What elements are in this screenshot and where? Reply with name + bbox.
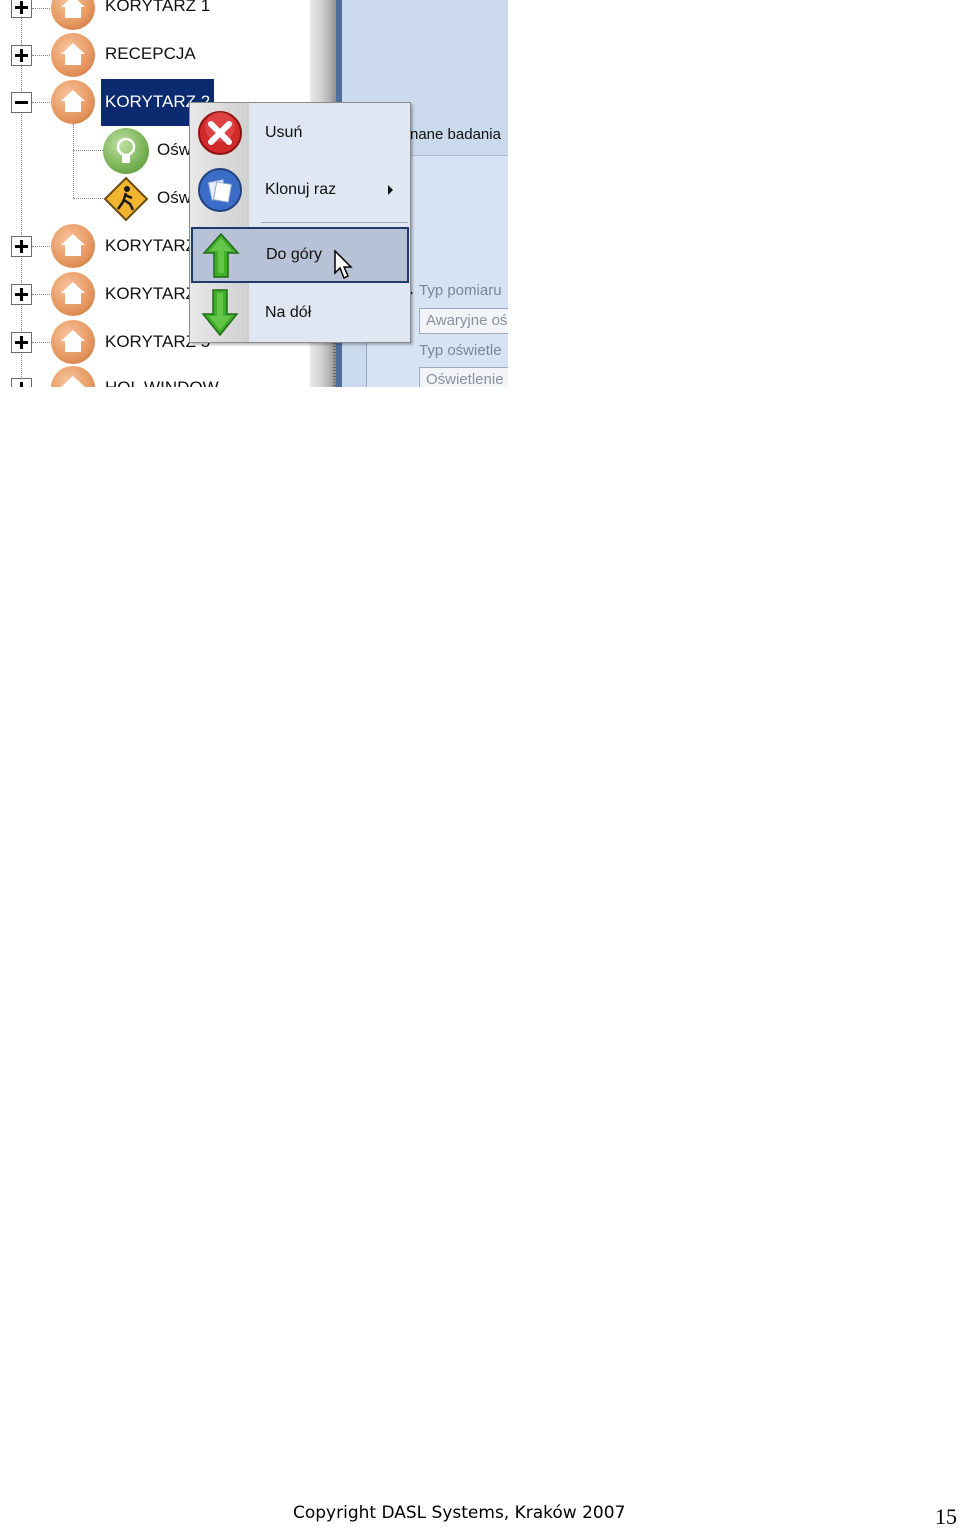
lighting-type-field[interactable]: Oświetlenie	[419, 367, 508, 387]
house-icon	[51, 224, 95, 268]
copyright-footer: Copyright DASL Systems, Kraków 2007	[293, 1503, 626, 1523]
tree-node-label: RECEPCJA	[105, 44, 196, 63]
panel-title: nane badania	[410, 126, 501, 143]
arrow-up-icon	[202, 232, 240, 278]
expand-plus-icon[interactable]	[11, 0, 32, 18]
menu-item-label: Na dół	[265, 304, 312, 321]
expand-plus-icon[interactable]	[11, 332, 32, 353]
arrow-down-icon	[201, 289, 239, 337]
screenshot: KORYTARZ 1 RECEPCJA KORYTARZ 2 Ośw Ośw K…	[0, 0, 508, 387]
measurement-type-value: Awaryjne oś	[426, 312, 508, 329]
submenu-arrow-icon	[388, 185, 393, 195]
context-menu: Usuń Klonuj raz Do góry Na dół	[189, 102, 411, 343]
expand-plus-icon[interactable]	[11, 378, 32, 387]
tree-node-label: KORYTARZ 1	[105, 0, 211, 15]
tree-node-label: KORYTARZ	[105, 284, 196, 303]
house-icon	[51, 366, 95, 387]
house-icon	[51, 80, 95, 124]
expand-plus-icon[interactable]	[11, 236, 32, 257]
menu-item-label: Do góry	[266, 246, 323, 263]
menu-item-move-down[interactable]: Na dół	[190, 285, 410, 341]
house-icon	[51, 272, 95, 316]
page-number: 15	[935, 1504, 957, 1529]
tree-node-label: HOL WINDOW	[105, 378, 219, 387]
lighting-type-label: Typ oświetle	[419, 342, 502, 359]
tree-connector	[73, 150, 103, 151]
menu-item-label: Klonuj raz	[265, 181, 337, 198]
tree-connector	[73, 198, 103, 199]
house-icon	[51, 0, 95, 30]
menu-item-delete[interactable]: Usuń	[190, 105, 410, 161]
mouse-cursor-icon	[334, 249, 353, 280]
tree-node-label: KORYTARZ	[105, 236, 196, 255]
tree-node-label: Ośw	[157, 188, 191, 207]
tree-node-label: Ośw	[157, 140, 191, 159]
lightbulb-icon	[103, 128, 149, 174]
expand-plus-icon[interactable]	[11, 284, 32, 305]
walking-person-warning-icon	[103, 176, 149, 222]
menu-item-clone[interactable]: Klonuj raz	[190, 162, 410, 218]
expand-plus-icon[interactable]	[11, 45, 32, 66]
menu-item-move-up[interactable]: Do góry	[191, 227, 409, 283]
delete-x-icon	[198, 111, 242, 155]
clone-icon	[198, 168, 242, 212]
collapse-minus-icon[interactable]	[11, 92, 32, 113]
house-icon	[51, 320, 95, 364]
house-icon	[51, 33, 95, 77]
measurement-type-label: Typ pomiaru	[419, 282, 502, 299]
menu-separator	[261, 222, 408, 223]
measurement-type-field[interactable]: Awaryjne oś	[419, 308, 508, 334]
tree-connector	[73, 124, 74, 198]
menu-item-label: Usuń	[265, 124, 303, 141]
lighting-type-value: Oświetlenie	[426, 371, 504, 387]
